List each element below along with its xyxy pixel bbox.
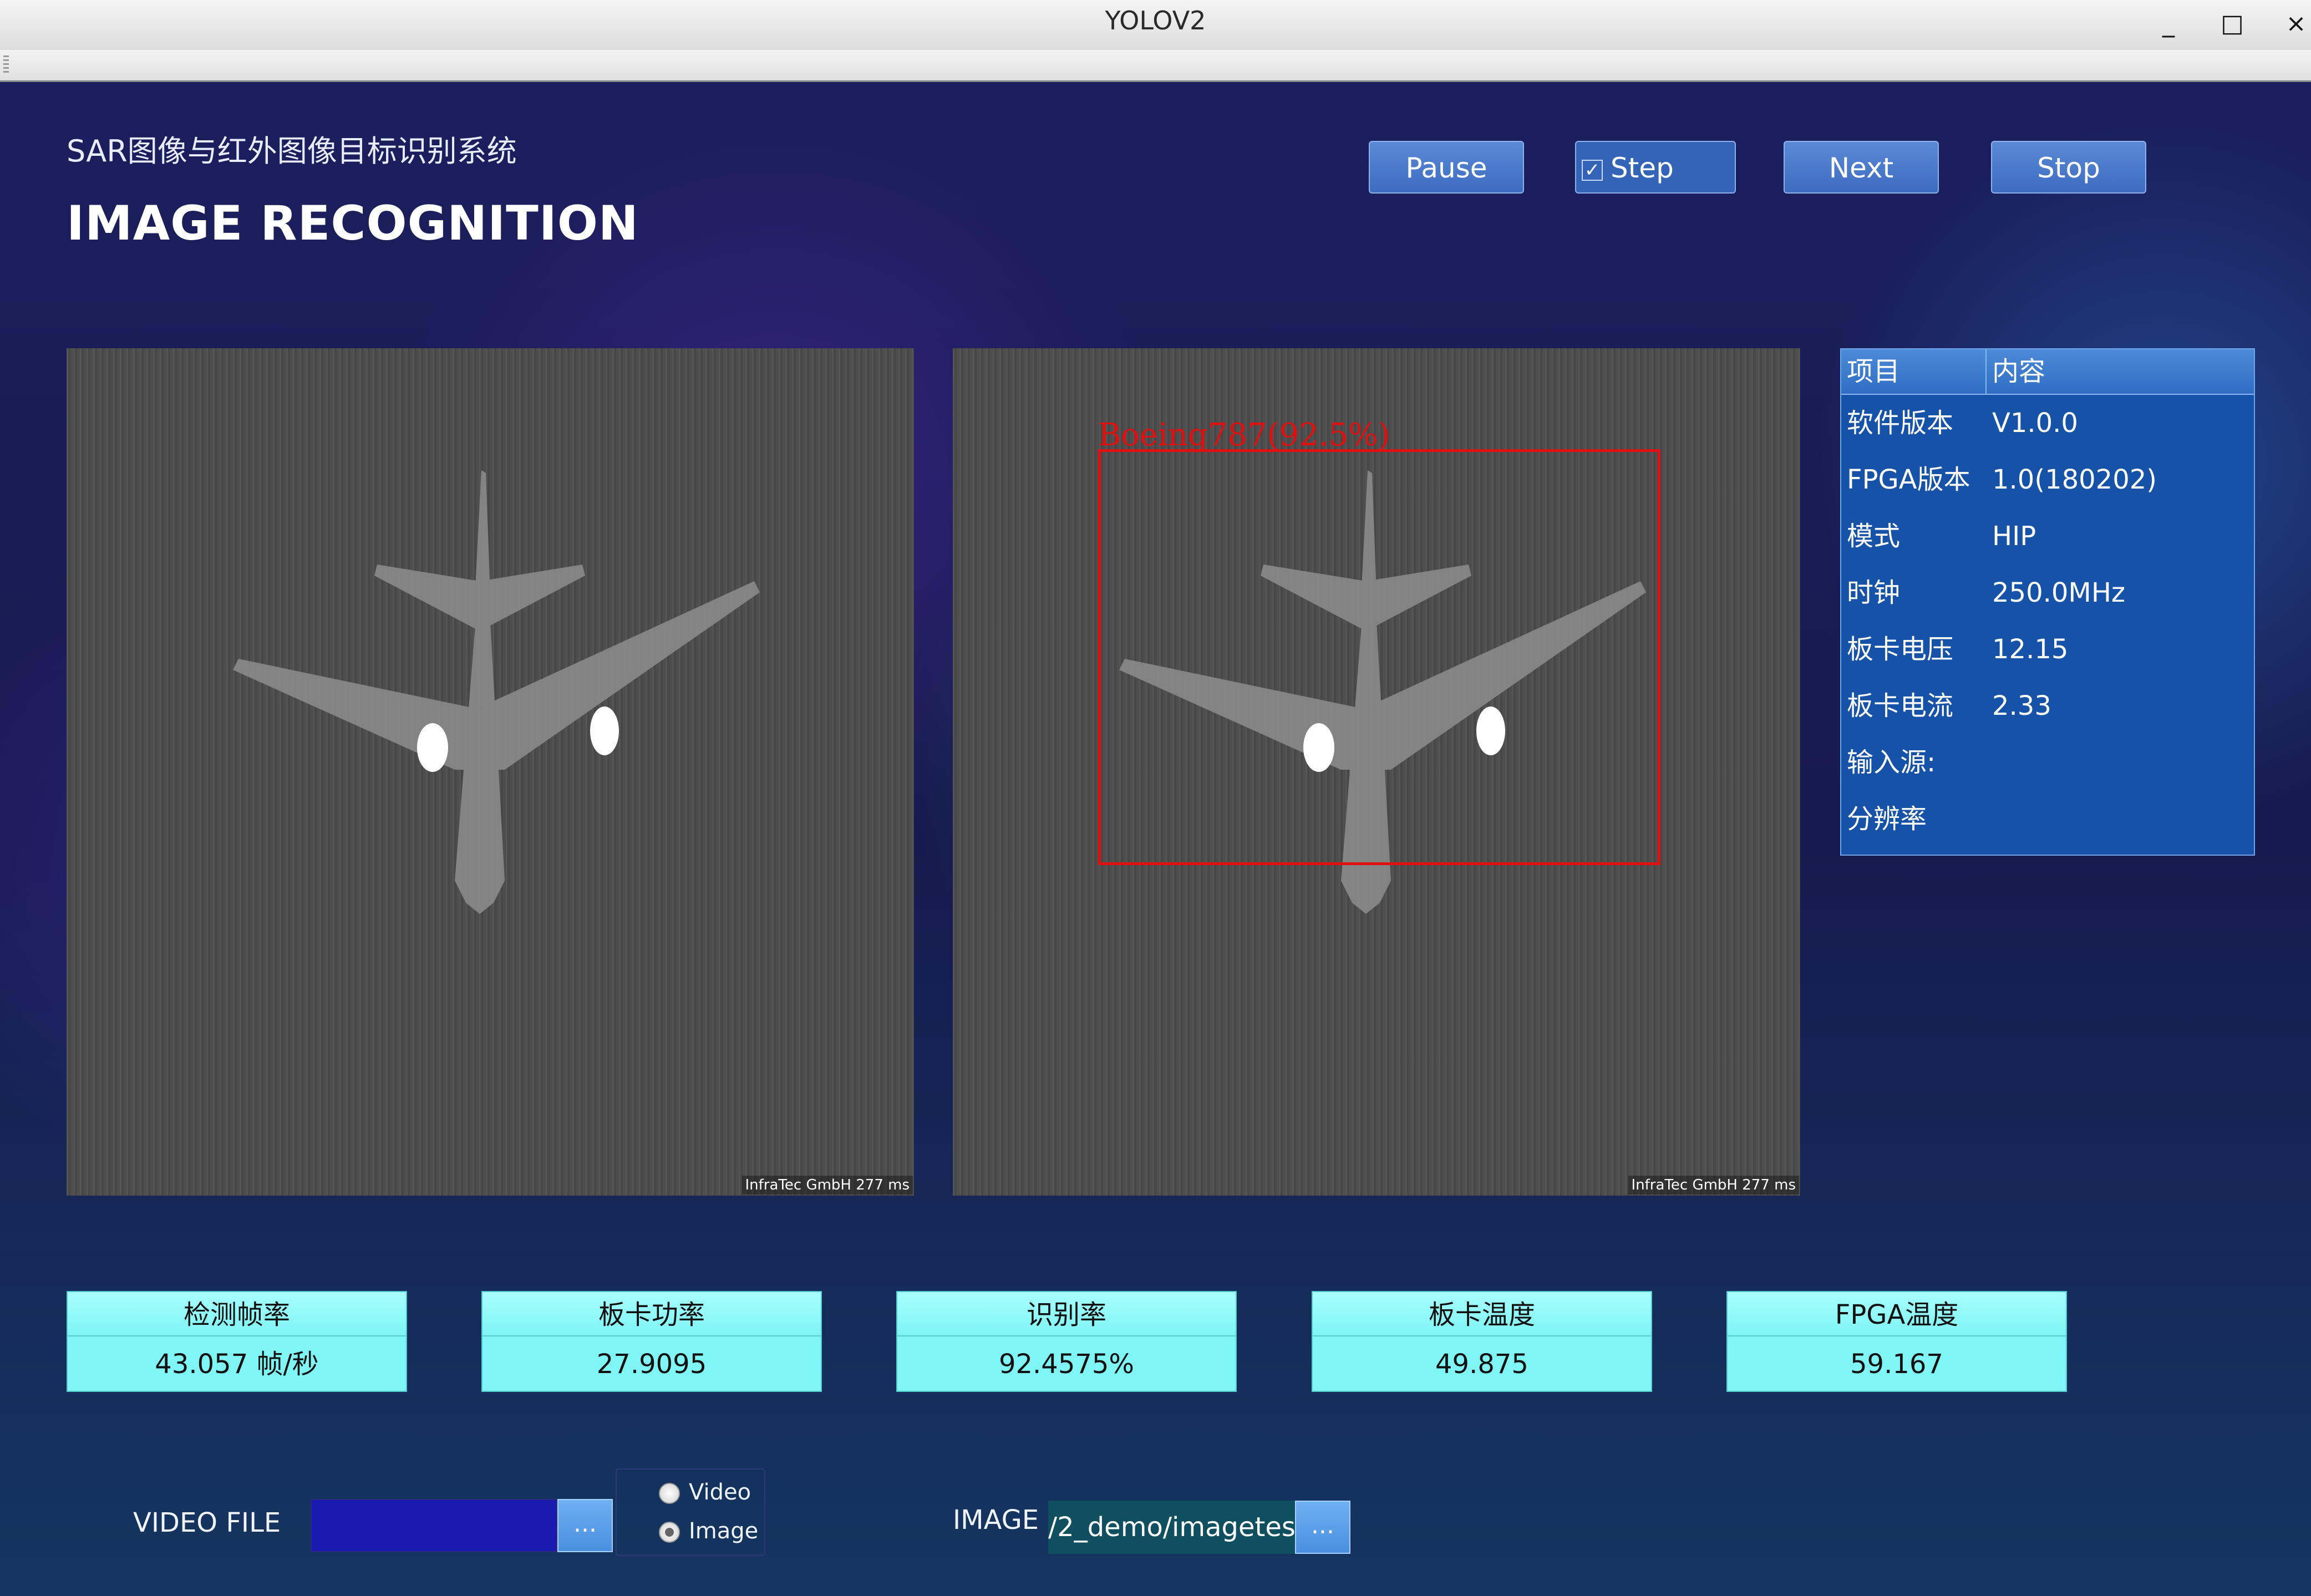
minimize-icon[interactable]: _ xyxy=(2149,4,2188,43)
row-key: 模式 xyxy=(1847,521,1901,552)
video-browse-button[interactable]: ... xyxy=(557,1499,613,1552)
video-file-input[interactable] xyxy=(311,1499,557,1552)
pause-button[interactable]: Pause xyxy=(1369,141,1524,194)
radio-image[interactable]: Image xyxy=(659,1518,759,1544)
table-row[interactable]: 板卡电流 2.33 xyxy=(1841,678,2254,734)
system-subtitle: SAR图像与红外图像目标识别系统 xyxy=(67,134,517,169)
airplane-icon xyxy=(233,470,760,914)
stat-label: 板卡功率 xyxy=(481,1291,822,1336)
stat-value: 92.4575% xyxy=(896,1336,1237,1392)
maximize-icon[interactable]: □ xyxy=(2213,4,2252,43)
stat-fpga-temperature: FPGA温度 59.167 xyxy=(1726,1291,2067,1392)
radio-video-label: Video xyxy=(689,1480,751,1505)
stop-button[interactable]: Stop xyxy=(1991,141,2146,194)
toolbar-grip-icon[interactable] xyxy=(3,55,9,74)
image-label: IMAGE xyxy=(953,1504,1039,1536)
table-row[interactable]: FPGA版本 1.0(180202) xyxy=(1841,451,2254,508)
row-key: 分辨率 xyxy=(1847,804,1927,835)
stat-label: 识别率 xyxy=(896,1291,1237,1336)
stat-label: 板卡温度 xyxy=(1312,1291,1652,1336)
header-content: 内容 xyxy=(1992,356,2046,387)
close-icon[interactable]: × xyxy=(2277,4,2311,43)
stat-value: 43.057 帧/秒 xyxy=(67,1336,407,1392)
info-table: 项目 内容 软件版本 V1.0.0 FPGA版本 1.0(180202) 模式 HIP… xyxy=(1840,348,2255,856)
checkmark-icon: ✓ xyxy=(1582,159,1603,181)
next-button[interactable]: Next xyxy=(1784,141,1939,194)
stat-detection-fps: 检测帧率 43.057 帧/秒 xyxy=(67,1291,407,1392)
stat-label: 检测帧率 xyxy=(67,1291,407,1336)
row-key: FPGA版本 xyxy=(1847,464,1970,495)
camera-watermark: InfraTec GmbH 277 ms xyxy=(741,1176,913,1195)
radio-video[interactable]: Video xyxy=(659,1480,751,1505)
stat-value: 49.875 xyxy=(1312,1336,1652,1392)
detection-label: Boeing787(92.5%) xyxy=(1098,417,1390,453)
stat-value: 27.9095 xyxy=(481,1336,822,1392)
stat-recognition-rate: 识别率 92.4575% xyxy=(896,1291,1237,1392)
row-value: HIP xyxy=(1992,521,2036,552)
source-radio-group: Video Image xyxy=(616,1468,765,1556)
stat-board-temperature: 板卡温度 49.875 xyxy=(1312,1291,1652,1392)
radio-image-icon[interactable] xyxy=(659,1522,680,1543)
detection-box xyxy=(1098,449,1660,865)
row-value xyxy=(1987,791,1992,847)
row-value: 1.0(180202) xyxy=(1992,464,2157,495)
result-image-panel: Boeing787(92.5%) InfraTec GmbH 277 ms xyxy=(953,348,1800,1196)
source-image-panel: InfraTec GmbH 277 ms xyxy=(67,348,914,1196)
row-key: 板卡电流 xyxy=(1847,690,1954,721)
table-row[interactable]: 板卡电压 12.15 xyxy=(1841,621,2254,678)
row-key: 软件版本 xyxy=(1847,408,1954,439)
stat-label: FPGA温度 xyxy=(1726,1291,2067,1336)
video-file-label: VIDEO FILE xyxy=(133,1507,281,1538)
stat-value: 59.167 xyxy=(1726,1336,2067,1392)
page-title: IMAGE RECOGNITION xyxy=(67,196,639,251)
table-row[interactable]: 时钟 250.0MHz xyxy=(1841,565,2254,621)
step-label: Step xyxy=(1611,152,1674,184)
main-area: SAR图像与红外图像目标识别系统 IMAGE RECOGNITION Pause… xyxy=(0,82,2311,1596)
stat-board-power: 板卡功率 27.9095 xyxy=(481,1291,822,1392)
table-row[interactable]: 分辨率 xyxy=(1841,791,2254,847)
row-value: 12.15 xyxy=(1992,634,2069,665)
row-value: V1.0.0 xyxy=(1992,408,2078,439)
info-table-header: 项目 内容 xyxy=(1841,349,2254,395)
row-key: 时钟 xyxy=(1847,577,1901,608)
row-value: 2.33 xyxy=(1992,690,2051,721)
image-path-input[interactable]: /2_demo/imagetest xyxy=(1048,1501,1295,1554)
row-key: 输入源: xyxy=(1847,747,1936,778)
window-titlebar: YOLOV2 _ □ × xyxy=(0,0,2311,51)
row-value xyxy=(1987,734,1992,791)
radio-video-icon[interactable] xyxy=(659,1483,680,1504)
toolbar xyxy=(0,50,2311,82)
radio-image-label: Image xyxy=(689,1518,759,1544)
table-row[interactable]: 输入源: xyxy=(1841,734,2254,791)
image-browse-button[interactable]: ... xyxy=(1295,1501,1350,1554)
step-checkbox[interactable]: ✓ Step xyxy=(1575,141,1736,194)
table-row[interactable]: 模式 HIP xyxy=(1841,508,2254,565)
window-title: YOLOV2 xyxy=(1105,6,1206,35)
row-value: 250.0MHz xyxy=(1992,577,2126,608)
camera-watermark: InfraTec GmbH 277 ms xyxy=(1628,1176,1799,1195)
row-key: 板卡电压 xyxy=(1847,634,1954,665)
table-row[interactable]: 软件版本 V1.0.0 xyxy=(1841,395,2254,451)
header-item: 项目 xyxy=(1841,349,1987,394)
